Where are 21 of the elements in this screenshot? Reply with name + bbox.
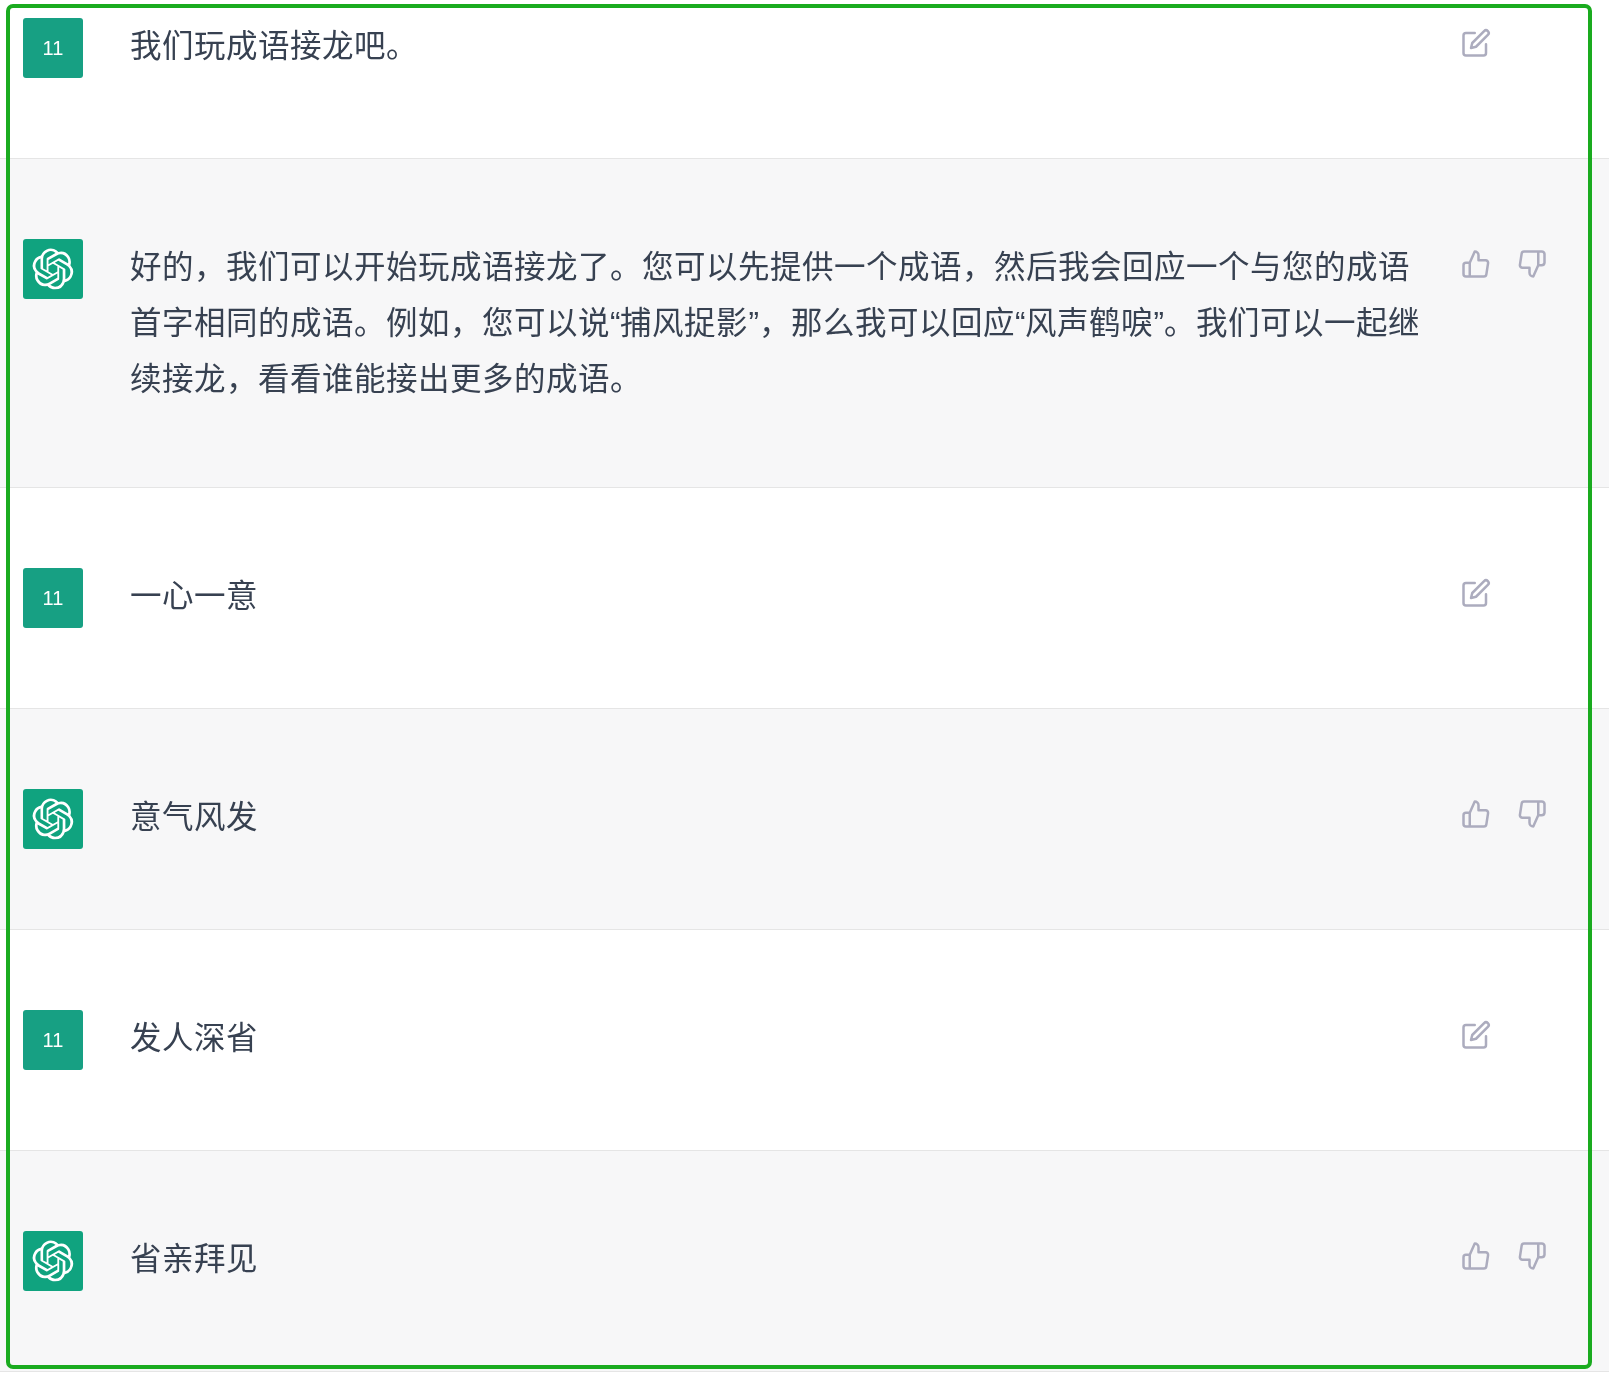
user-avatar: 11 xyxy=(23,18,83,78)
message-text: 意气风发 xyxy=(130,798,259,837)
user-avatar: 11 xyxy=(23,1010,83,1070)
thumbs-up-icon[interactable] xyxy=(1461,799,1491,829)
edit-icon[interactable] xyxy=(1461,1020,1491,1050)
message-text: 一心一意 xyxy=(130,577,259,616)
user-avatar: 11 xyxy=(23,568,83,628)
message-text: 好的，我们可以开始玩成语接龙了。您可以先提供一个成语，然后我会回应一个与您的成语首字相同的成语。例如，您可以说“捕风捉影”，那么我可以回应“风声鹤唳”。我们可以一起继续接龙，看看谁能接出更多的成语。 xyxy=(130,248,1421,399)
thumbs-up-icon[interactable] xyxy=(1461,1241,1491,1271)
bot-avatar-icon xyxy=(23,1231,83,1291)
bot-avatar-icon xyxy=(23,789,83,849)
bot-avatar-icon xyxy=(23,239,83,299)
message-text: 发人深省 xyxy=(130,1019,259,1058)
message-text: 省亲拜见 xyxy=(130,1240,259,1279)
edit-icon[interactable] xyxy=(1461,578,1491,608)
thumbs-down-icon[interactable] xyxy=(1517,249,1547,279)
thumbs-down-icon[interactable] xyxy=(1517,1241,1547,1271)
thumbs-down-icon[interactable] xyxy=(1517,799,1547,829)
edit-icon[interactable] xyxy=(1461,28,1491,58)
thumbs-up-icon[interactable] xyxy=(1461,249,1491,279)
message-text: 我们玩成语接龙吧。 xyxy=(130,27,419,66)
